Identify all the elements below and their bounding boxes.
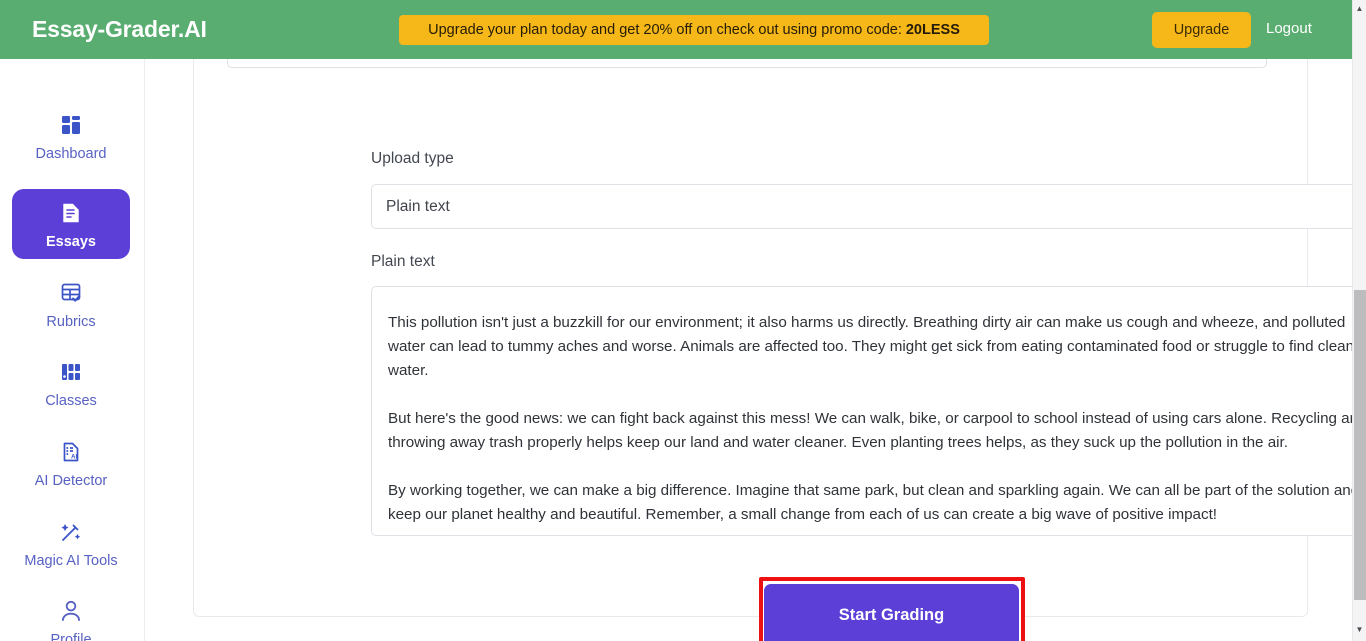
essay-text-content[interactable]: This pollution isn't just a buzzkill for…: [372, 287, 1352, 535]
upload-type-label: Upload type: [371, 150, 454, 167]
sidebar-item-profile[interactable]: Profile: [12, 587, 130, 641]
document-edit-icon: [59, 198, 83, 228]
svg-text:AI: AI: [71, 453, 77, 460]
top-header: Essay-Grader.AI Upgrade your plan today …: [0, 0, 1352, 59]
start-grading-button[interactable]: Start Grading: [764, 584, 1019, 641]
dashboard-grid-icon: [59, 110, 83, 140]
plain-text-textarea[interactable]: This pollution isn't just a buzzkill for…: [371, 286, 1352, 536]
sidebar-item-dashboard[interactable]: Dashboard: [12, 101, 130, 171]
sidebar-item-label: Magic AI Tools: [24, 553, 118, 569]
essay-paragraph: But here's the good news: we can fight b…: [388, 410, 1352, 451]
page-scrollbar[interactable]: ▲ ▼: [1352, 0, 1366, 641]
user-icon: [58, 596, 84, 626]
page-scroll-down-icon[interactable]: ▼: [1353, 623, 1366, 637]
sidebar-item-magic-ai-tools[interactable]: Magic AI Tools: [12, 508, 130, 578]
logout-link[interactable]: Logout: [1266, 20, 1312, 37]
magic-wand-icon: [59, 517, 83, 547]
page-scrollbar-thumb[interactable]: [1354, 290, 1366, 600]
sidebar-item-label: Dashboard: [35, 146, 107, 162]
sidebar-item-ai-detector[interactable]: AI AI Detector: [12, 428, 130, 498]
sidebar-item-label: Profile: [50, 632, 92, 641]
promo-code: 20LESS: [905, 22, 960, 38]
app-logo: Essay-Grader.AI: [32, 16, 207, 42]
sidebar-item-essays[interactable]: Essays: [12, 189, 130, 259]
document-ai-icon: AI: [59, 437, 83, 467]
previous-field-partial[interactable]: [227, 59, 1267, 68]
promo-banner: Upgrade your plan today and get 20% off …: [399, 15, 989, 45]
sidebar-item-classes[interactable]: Classes: [12, 348, 130, 418]
upload-type-select[interactable]: Plain text: [371, 184, 1352, 229]
columns-icon: [59, 357, 83, 387]
essay-paragraph: This pollution isn't just a buzzkill for…: [388, 314, 1352, 379]
upgrade-button[interactable]: Upgrade: [1152, 12, 1251, 48]
table-check-icon: [59, 278, 83, 308]
page-scroll-up-icon[interactable]: ▲: [1353, 2, 1366, 16]
sidebar-item-label: AI Detector: [34, 473, 108, 489]
sidebar-item-label: Classes: [45, 393, 97, 409]
upload-type-value: Plain text: [386, 197, 450, 215]
sidebar-item-label: Rubrics: [46, 314, 96, 330]
main-content: Upload type Plain text Plain text This p…: [145, 59, 1352, 641]
sidebar-item-label: Essays: [46, 234, 96, 250]
promo-text: Upgrade your plan today and get 20% off …: [428, 22, 902, 38]
sidebar: Dashboard Essays Rubrics Classes AI AI D…: [0, 59, 145, 641]
plain-text-label: Plain text: [371, 253, 435, 270]
essay-paragraph: By working together, we can make a big d…: [388, 482, 1352, 523]
sidebar-item-rubrics[interactable]: Rubrics: [12, 269, 130, 339]
